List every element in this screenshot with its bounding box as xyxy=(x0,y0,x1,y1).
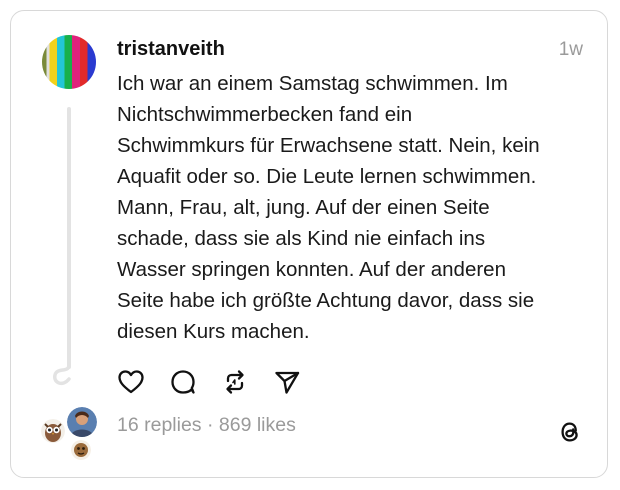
share-icon[interactable] xyxy=(273,368,301,396)
heart-icon[interactable] xyxy=(117,368,145,396)
author-username[interactable]: tristanveith xyxy=(117,38,225,61)
comment-icon[interactable] xyxy=(169,368,197,396)
thread-post-card: tristanveith 1w Ich war an einem Samstag… xyxy=(10,10,608,478)
threads-logo-icon[interactable] xyxy=(557,419,583,445)
repost-icon[interactable] xyxy=(221,368,249,396)
replier-avatar-owl xyxy=(41,419,65,443)
author-avatar[interactable] xyxy=(42,35,96,89)
replies-likes-count[interactable]: 16 replies · 869 likes xyxy=(117,414,296,437)
thread-loop-icon xyxy=(53,363,71,386)
post-timestamp[interactable]: 1w xyxy=(559,39,583,61)
replier-avatar-small xyxy=(71,440,91,460)
replier-avatars[interactable] xyxy=(39,407,101,463)
replier-avatar-photo xyxy=(67,407,97,437)
thread-connector-line xyxy=(67,107,71,369)
post-body-text: Ich war an einem Samstag schwimmen. Im N… xyxy=(117,72,540,343)
